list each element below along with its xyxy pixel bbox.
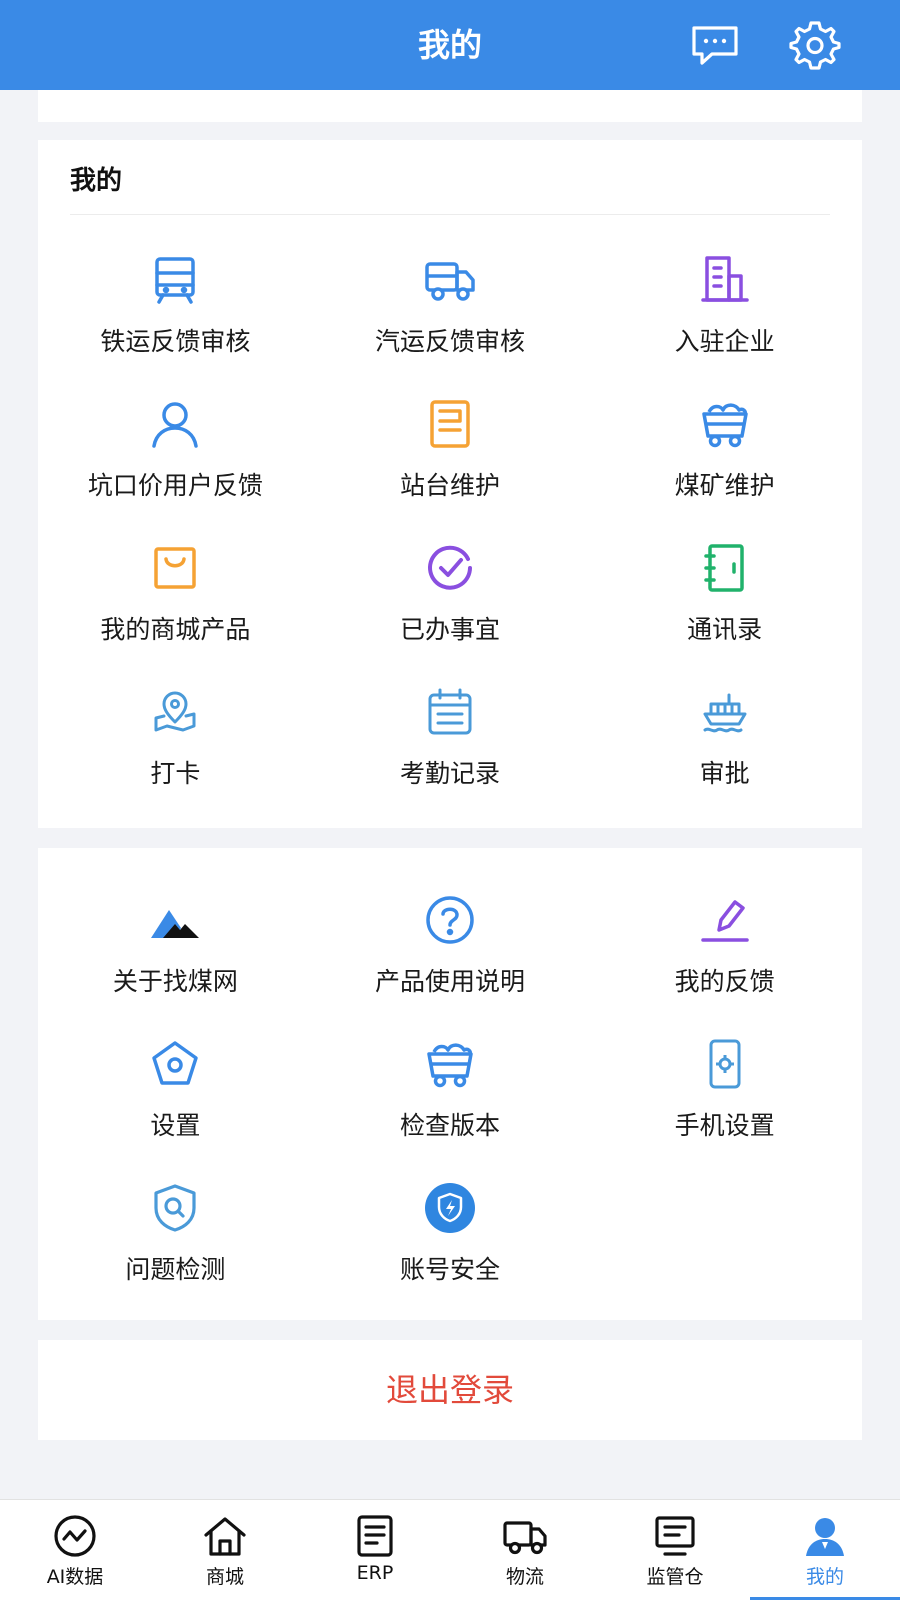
tile-label: 打卡 xyxy=(150,759,201,788)
tile-label: 煤矿维护 xyxy=(674,471,775,500)
tile-label: 汽运反馈审核 xyxy=(374,327,525,356)
tile-check-in[interactable]: 打卡 xyxy=(38,680,313,824)
shield-search-icon xyxy=(149,1182,201,1234)
tile-label: 产品使用说明 xyxy=(374,967,525,996)
tile-label: 考勤记录 xyxy=(399,759,500,788)
document-icon xyxy=(424,398,476,450)
home-icon xyxy=(203,1514,247,1558)
user-icon xyxy=(149,398,201,450)
pentagon-settings-icon xyxy=(149,1038,201,1090)
tile-attendance-records[interactable]: 考勤记录 xyxy=(313,680,588,824)
tile-label: 账号安全 xyxy=(399,1255,500,1284)
check-circle-icon xyxy=(424,542,476,594)
tile-label: 站台维护 xyxy=(399,471,500,500)
tile-pit-price-feedback[interactable]: 坑口价用户反馈 xyxy=(38,392,313,536)
nav-item-logistics[interactable]: 物流 xyxy=(450,1500,600,1600)
logout-card: 退出登录 xyxy=(38,1340,862,1440)
tile-user-guide[interactable]: 产品使用说明 xyxy=(313,888,588,1032)
nav-item-supervised-warehouse[interactable]: 监管仓 xyxy=(600,1500,750,1600)
nav-item-ai-data[interactable]: AI数据 xyxy=(0,1500,150,1600)
chart-circle-icon xyxy=(53,1514,97,1558)
shopping-bag-icon xyxy=(149,542,201,594)
tile-label: 审批 xyxy=(699,759,750,788)
document-lines-icon xyxy=(353,1514,397,1558)
tile-my-feedback[interactable]: 我的反馈 xyxy=(587,888,862,1032)
tile-label: 我的反馈 xyxy=(674,967,775,996)
tile-contacts[interactable]: 通讯录 xyxy=(587,536,862,680)
mountain-logo-icon xyxy=(149,894,201,946)
nav-label: 商城 xyxy=(205,1566,244,1588)
tile-phone-settings[interactable]: 手机设置 xyxy=(587,1032,862,1176)
page-title: 我的 xyxy=(417,26,482,64)
nav-label: ERP xyxy=(356,1562,394,1584)
mine-section-card: 我的 铁运反馈审核 汽运反馈审核 入驻企业 坑口价用户反馈 站台维护 煤矿维护 … xyxy=(38,140,862,828)
train-icon xyxy=(149,254,201,306)
chat-bubble-icon[interactable] xyxy=(688,18,742,72)
tile-about[interactable]: 关于找煤网 xyxy=(38,888,313,1032)
gear-icon[interactable] xyxy=(788,18,842,72)
tile-label: 关于找煤网 xyxy=(112,967,238,996)
tile-label: 检查版本 xyxy=(399,1111,500,1140)
tile-label: 设置 xyxy=(150,1111,201,1140)
section-title: 我的 xyxy=(70,166,123,196)
tile-account-security[interactable]: 账号安全 xyxy=(313,1176,588,1320)
phone-settings-icon xyxy=(699,1038,751,1090)
monitor-icon xyxy=(653,1514,697,1558)
tile-label: 已办事宜 xyxy=(399,615,500,644)
tile-station-maintenance[interactable]: 站台维护 xyxy=(313,392,588,536)
truck-icon xyxy=(503,1514,547,1558)
shield-lightning-icon xyxy=(424,1182,476,1234)
nav-item-mall[interactable]: 商城 xyxy=(150,1500,300,1600)
more-grid: 关于找煤网 产品使用说明 我的反馈 设置 检查版本 手机设置 问题检测 账号安全 xyxy=(38,888,862,1320)
nav-item-erp[interactable]: ERP xyxy=(300,1500,450,1600)
tile-label: 手机设置 xyxy=(674,1111,775,1140)
ship-icon xyxy=(699,686,751,738)
tile-enterprises[interactable]: 入驻企业 xyxy=(587,248,862,392)
divider xyxy=(70,214,830,215)
nav-label: AI数据 xyxy=(46,1566,104,1588)
tile-settings[interactable]: 设置 xyxy=(38,1032,313,1176)
tile-truck-feedback-review[interactable]: 汽运反馈审核 xyxy=(313,248,588,392)
bottom-nav: AI数据 商城 ERP 物流 监管仓 我的 xyxy=(0,1499,900,1600)
question-circle-icon xyxy=(424,894,476,946)
truck-icon xyxy=(424,254,476,306)
mine-grid: 铁运反馈审核 汽运反馈审核 入驻企业 坑口价用户反馈 站台维护 煤矿维护 我的商… xyxy=(38,248,862,824)
tile-label: 铁运反馈审核 xyxy=(100,327,251,356)
nav-label: 我的 xyxy=(805,1566,844,1588)
mine-cart-icon xyxy=(424,1038,476,1090)
pencil-icon xyxy=(699,894,751,946)
building-icon xyxy=(699,254,751,306)
logout-button[interactable]: 退出登录 xyxy=(38,1340,862,1440)
tile-label: 坑口价用户反馈 xyxy=(87,471,263,500)
tile-my-mall-products[interactable]: 我的商城产品 xyxy=(38,536,313,680)
profile-card-partial xyxy=(38,90,862,122)
person-icon xyxy=(803,1514,847,1558)
top-bar: 我的 xyxy=(0,0,900,90)
nav-label: 物流 xyxy=(505,1566,544,1588)
nav-item-mine[interactable]: 我的 xyxy=(750,1500,900,1600)
tile-problem-detection[interactable]: 问题检测 xyxy=(38,1176,313,1320)
tile-completed-tasks[interactable]: 已办事宜 xyxy=(313,536,588,680)
contacts-book-icon xyxy=(699,542,751,594)
mine-cart-icon xyxy=(699,398,751,450)
calendar-icon xyxy=(424,686,476,738)
tile-label: 我的商城产品 xyxy=(100,615,251,644)
tile-coal-mine-maintenance[interactable]: 煤矿维护 xyxy=(587,392,862,536)
more-section-card: 关于找煤网 产品使用说明 我的反馈 设置 检查版本 手机设置 问题检测 账号安全 xyxy=(38,848,862,1320)
map-pin-icon xyxy=(149,686,201,738)
tile-check-version[interactable]: 检查版本 xyxy=(313,1032,588,1176)
tile-rail-feedback-review[interactable]: 铁运反馈审核 xyxy=(38,248,313,392)
nav-label: 监管仓 xyxy=(646,1566,704,1588)
tile-label: 通讯录 xyxy=(687,615,763,644)
tile-label: 问题检测 xyxy=(125,1255,226,1284)
tile-approval[interactable]: 审批 xyxy=(587,680,862,824)
tile-label: 入驻企业 xyxy=(674,327,775,356)
